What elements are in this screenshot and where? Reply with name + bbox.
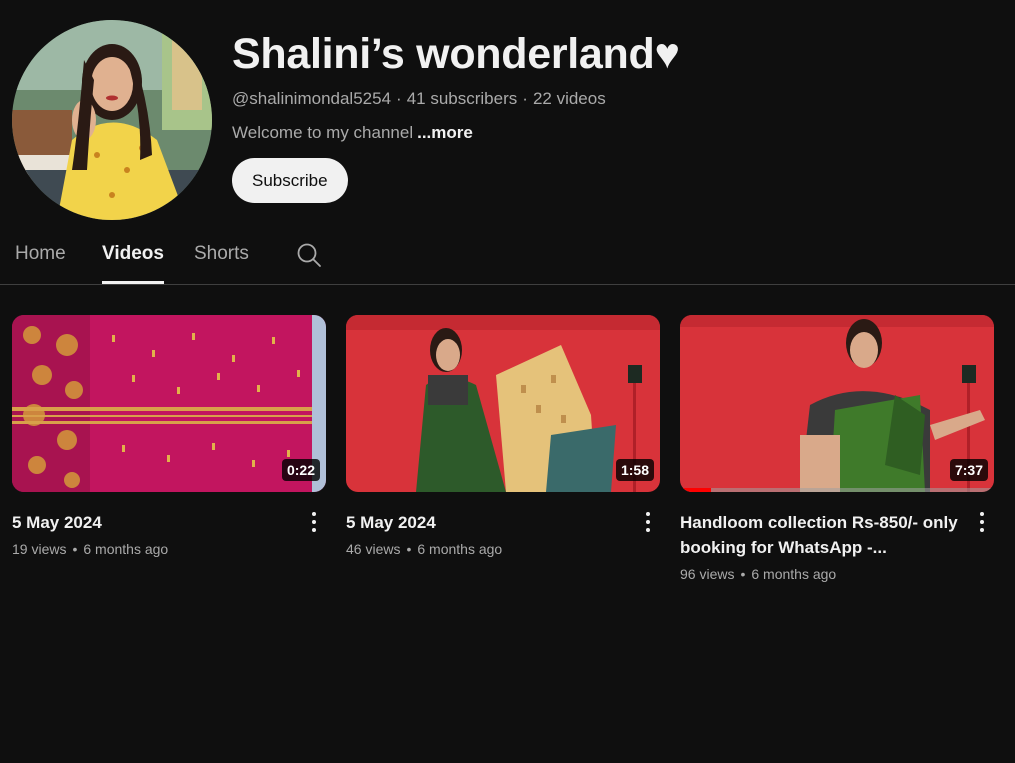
video-duration: 1:58 <box>615 459 654 481</box>
video-card[interactable]: 7:37 Handloom collection Rs-850/- only b… <box>680 315 994 582</box>
view-count: 96 views <box>680 566 735 582</box>
upload-age: 6 months ago <box>751 566 837 582</box>
video-duration: 7:37 <box>949 459 988 481</box>
video-title[interactable]: Handloom collection Rs-850/- only bookin… <box>680 510 960 560</box>
channel-avatar[interactable] <box>12 20 212 220</box>
watch-progress-track <box>680 488 994 492</box>
video-title[interactable]: 5 May 2024 <box>12 510 292 535</box>
channel-page: Shalini’s wonderland♥ @shalinimondal5254… <box>0 0 1015 763</box>
stats-separator: • <box>740 566 746 582</box>
video-stats: 96 views • 6 months ago <box>680 566 994 582</box>
tab-videos[interactable]: Videos <box>102 243 164 284</box>
video-duration: 0:22 <box>281 459 320 481</box>
view-count: 19 views <box>12 541 67 557</box>
video-thumbnail[interactable]: 0:22 <box>12 315 326 492</box>
avatar-image <box>12 20 212 220</box>
video-card[interactable]: 1:58 5 May 2024 46 views • 6 months ago <box>346 315 660 557</box>
meta-separator: · <box>396 89 402 108</box>
video-count: 22 videos <box>532 89 606 108</box>
more-actions-icon[interactable] <box>642 511 654 533</box>
channel-tabs: Home Videos Shorts <box>0 232 1015 285</box>
video-title[interactable]: 5 May 2024 <box>346 510 626 535</box>
upload-age: 6 months ago <box>417 541 503 557</box>
tab-shorts[interactable]: Shorts <box>194 243 249 284</box>
tab-home[interactable]: Home <box>15 243 66 284</box>
video-thumbnail[interactable]: 7:37 <box>680 315 994 492</box>
video-thumbnail[interactable]: 1:58 <box>346 315 660 492</box>
watch-progress-bar <box>680 488 712 492</box>
upload-age: 6 months ago <box>83 541 169 557</box>
subscriber-count: 41 subscribers <box>406 89 518 108</box>
view-count: 46 views <box>346 541 401 557</box>
channel-info: Shalini’s wonderland♥ @shalinimondal5254… <box>232 28 680 203</box>
more-actions-icon[interactable] <box>308 511 320 533</box>
search-icon[interactable] <box>296 242 322 273</box>
channel-meta: @shalinimondal5254 · 41 subscribers · 22 vid… <box>232 89 680 109</box>
stats-separator: • <box>406 541 412 557</box>
channel-handle: @shalinimondal5254 <box>232 89 392 108</box>
video-stats: 19 views • 6 months ago <box>12 541 326 557</box>
stats-separator: • <box>72 541 78 557</box>
channel-description[interactable]: Welcome to my channel ...more <box>232 123 680 143</box>
thumbnail-image <box>346 315 660 492</box>
video-card[interactable]: 0:22 5 May 2024 19 views • 6 months ago <box>12 315 326 557</box>
thumbnail-image <box>680 315 994 492</box>
channel-name: Shalini’s wonderland♥ <box>232 30 680 78</box>
more-actions-icon[interactable] <box>976 511 988 533</box>
meta-separator: · <box>522 89 528 108</box>
subscribe-button[interactable]: Subscribe <box>232 158 348 203</box>
more-link[interactable]: ...more <box>417 123 473 142</box>
thumbnail-image <box>12 315 326 492</box>
description-text: Welcome to my channel <box>232 123 414 142</box>
video-stats: 46 views • 6 months ago <box>346 541 660 557</box>
